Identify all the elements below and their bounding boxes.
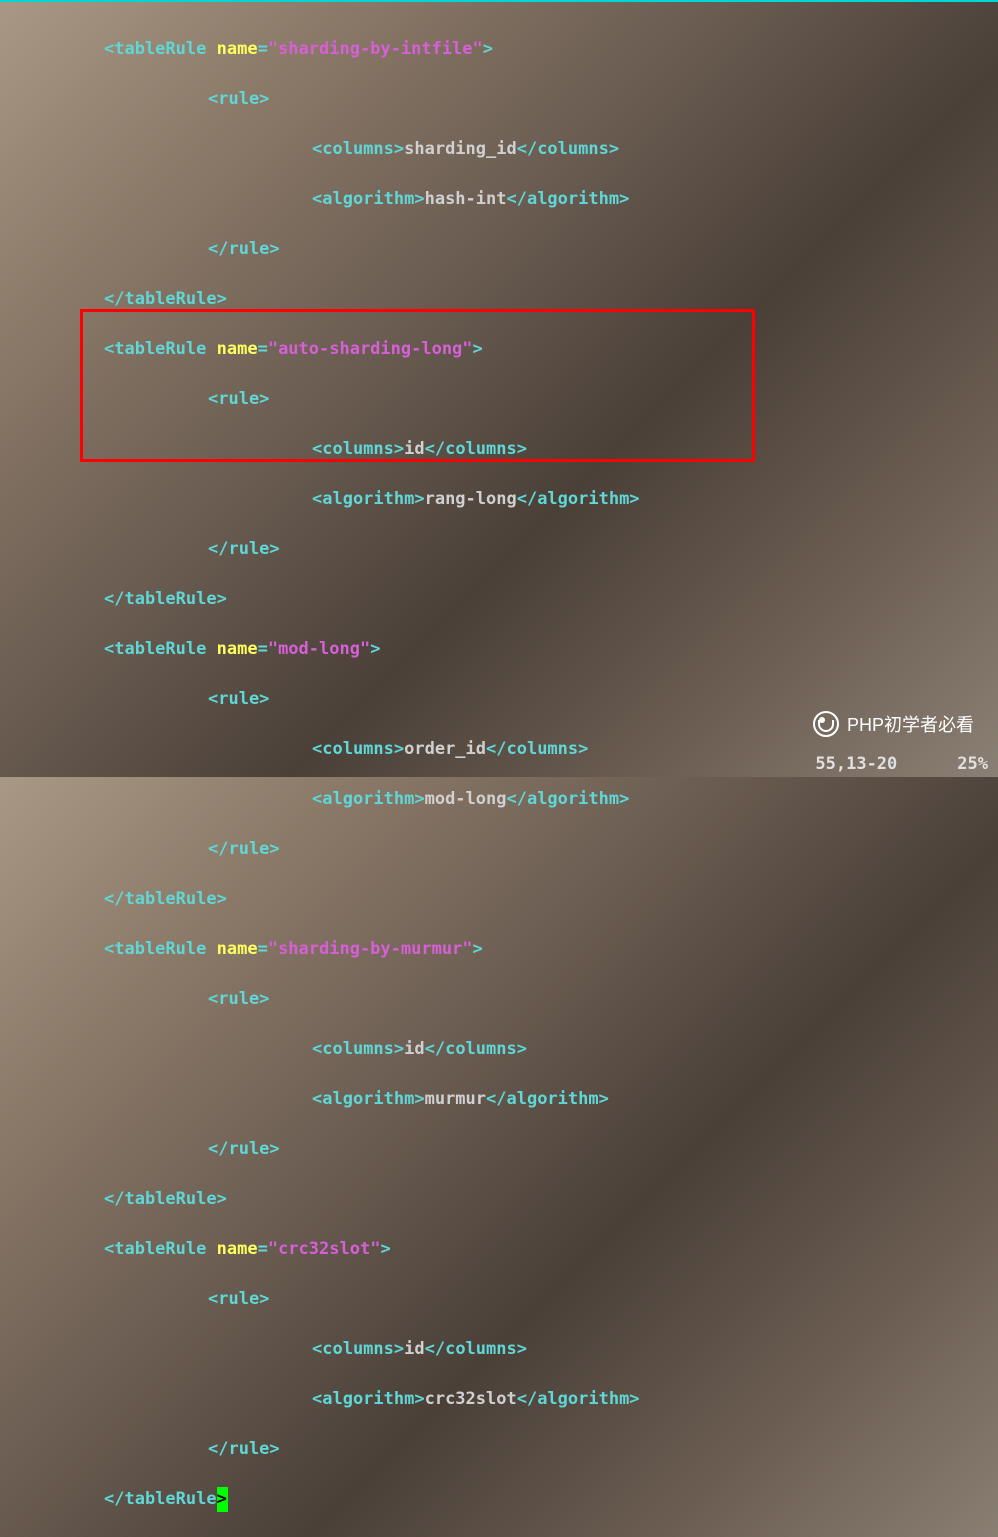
- code-line: <algorithm>murmur</algorithm>: [0, 1087, 998, 1112]
- watermark: PHP初学者必看: [813, 711, 974, 737]
- code-line: </rule>: [0, 837, 998, 862]
- code-line: </rule>: [0, 237, 998, 262]
- code-editor[interactable]: <tableRule name="sharding-by-intfile"> <…: [0, 2, 998, 749]
- code-line: <tableRule name="auto-sharding-long">: [0, 337, 998, 362]
- code-line: </rule>: [0, 537, 998, 562]
- code-line: <tableRule name="sharding-by-murmur">: [0, 937, 998, 962]
- code-line: </tableRule>: [0, 287, 998, 312]
- code-line: </tableRule>: [0, 1487, 998, 1512]
- code-line: <tableRule name="crc32slot">: [0, 1237, 998, 1262]
- watermark-text: PHP初学者必看: [847, 711, 974, 737]
- scroll-percent: 25%: [957, 754, 988, 774]
- code-line: <columns>id</columns>: [0, 1037, 998, 1062]
- code-line: <tableRule name="sharding-by-intfile">: [0, 37, 998, 62]
- code-line: <rule>: [0, 387, 998, 412]
- code-line: </tableRule>: [0, 887, 998, 912]
- cursor-position: 55,13-20: [815, 754, 897, 774]
- code-line: <algorithm>crc32slot</algorithm>: [0, 1387, 998, 1412]
- code-line: <columns>id</columns>: [0, 437, 998, 462]
- code-line: <algorithm>mod-long</algorithm>: [0, 787, 998, 812]
- code-line: </tableRule>: [0, 1187, 998, 1212]
- cursor: >: [217, 1487, 228, 1512]
- code-line: <tableRule name="mod-long">: [0, 637, 998, 662]
- code-line: </tableRule>: [0, 587, 998, 612]
- code-line: </rule>: [0, 1137, 998, 1162]
- wechat-icon: [813, 711, 839, 737]
- code-line: <algorithm>hash-int</algorithm>: [0, 187, 998, 212]
- code-line: <columns>id</columns>: [0, 1337, 998, 1362]
- code-line: <rule>: [0, 87, 998, 112]
- code-line: <rule>: [0, 687, 998, 712]
- code-line: <rule>: [0, 987, 998, 1012]
- code-line: <columns>sharding_id</columns>: [0, 137, 998, 162]
- status-bar: 55,13-20 25%: [0, 751, 998, 777]
- code-line: </rule>: [0, 1437, 998, 1462]
- code-line: <algorithm>rang-long</algorithm>: [0, 487, 998, 512]
- code-line: <rule>: [0, 1287, 998, 1312]
